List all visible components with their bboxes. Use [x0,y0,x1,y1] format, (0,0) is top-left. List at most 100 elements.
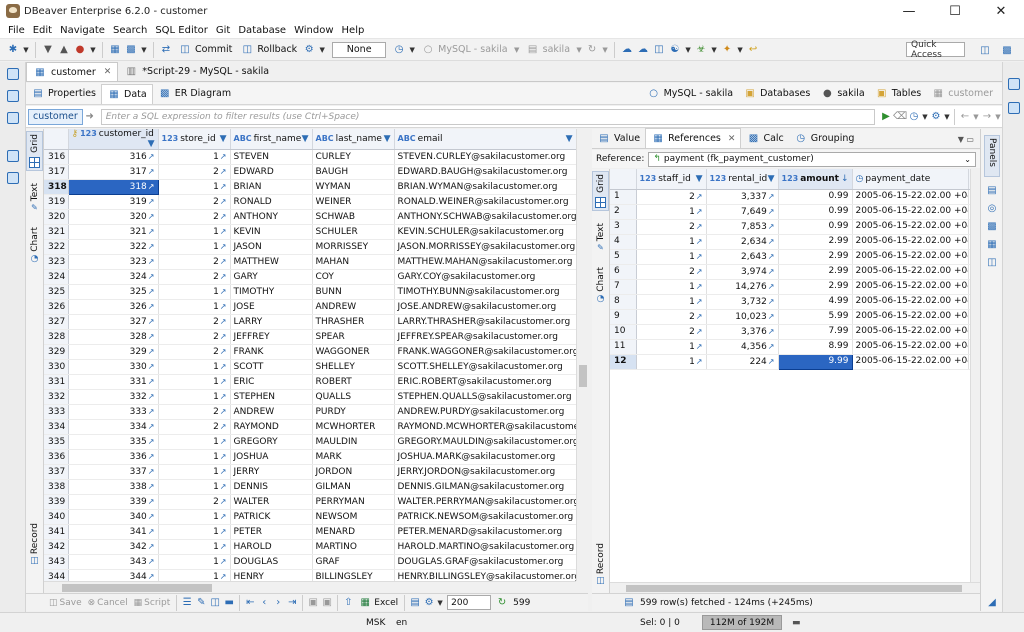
cell-last-name[interactable]: ANDREW [312,299,395,315]
reference-link-icon[interactable]: ↗ [148,332,155,341]
cell-customer-id[interactable]: 331↗ [68,374,159,390]
menu-database[interactable]: Database [234,25,290,36]
reference-link-icon[interactable]: ↗ [220,302,227,311]
breadcrumb-schema[interactable]: ● sakila [815,87,869,101]
cell-amount[interactable]: 0.99 [778,204,853,220]
menu-edit[interactable]: Edit [29,25,56,36]
reference-link-icon[interactable]: ↗ [696,342,703,351]
cell-email[interactable]: DENNIS.GILMAN@sakilacustomer.org [394,479,576,495]
cell-first-name[interactable]: SCOTT [230,359,313,375]
table-row[interactable]: 338 338↗ 1↗ DENNIS GILMAN DENNIS.GILMAN@sakil… [44,479,576,495]
disconnect-icon[interactable]: ▲ [57,43,71,57]
tab-data[interactable]: ▦ Data [101,83,153,104]
reference-link-icon[interactable]: ↗ [768,282,775,291]
reference-link-icon[interactable]: ↗ [148,392,155,401]
reference-link-icon[interactable]: ↗ [148,497,155,506]
table-row[interactable]: 324 324↗ 2↗ GARY COY GARY.COY@sakilacustomer.… [44,269,576,285]
value-panel-icon[interactable]: ▤ [985,183,999,197]
cell-payment-date[interactable]: 2005-06-15-22.02.00 +0400 [852,264,969,280]
reference-link-icon[interactable]: ↗ [148,242,155,251]
row-number[interactable]: 330 [44,359,69,375]
previous-page-icon[interactable]: ‹ [257,596,271,610]
compare-icon[interactable]: ◫ [652,43,666,57]
cell-payment-date[interactable]: 2005-06-15-22.02.00 +0400 [852,294,969,310]
cell-amount[interactable]: 5.99 [778,309,853,325]
chevron-down-icon[interactable]: ⌄ [964,155,975,164]
cell-store-id[interactable]: 2↗ [158,494,231,510]
column-filter-icon[interactable]: ▼ [220,134,227,144]
cell-email[interactable]: PETER.MENARD@sakilacustomer.org [394,524,576,540]
reference-link-icon[interactable]: ↗ [696,297,703,306]
breadcrumb-table[interactable]: ▦ customer [926,87,998,101]
cell-last-name[interactable]: COY [312,269,395,285]
cell-email[interactable]: JEFFREY.SPEAR@sakilacustomer.org [394,329,576,345]
reference-link-icon[interactable]: ↗ [220,257,227,266]
reference-link-icon[interactable]: ↗ [220,407,227,416]
cell-first-name[interactable]: BRIAN [230,179,313,195]
cell-email[interactable]: TIMOTHY.BUNN@sakilacustomer.org [394,284,576,300]
connect-icon[interactable]: ▼ [41,43,55,57]
cell-customer-id[interactable]: 324↗ [68,269,159,285]
reference-link-icon[interactable]: ↗ [696,282,703,291]
column-filter-icon[interactable]: ▼ [148,139,155,149]
cell-rental-id[interactable]: 3,974↗ [706,264,779,280]
dropdown-arrow-icon[interactable]: ▼ [921,110,929,124]
cell-last-name[interactable]: THRASHER [312,314,395,330]
reference-link-icon[interactable]: ↗ [220,182,227,191]
cell-customer-id[interactable]: 325↗ [68,284,159,300]
cell-payment-date[interactable]: 2005-06-15-22.02.00 +0400 [852,324,969,340]
fetch-size-input[interactable]: 200 [447,595,492,610]
cell-first-name[interactable]: JERRY [230,464,313,480]
reference-link-icon[interactable]: ↗ [220,437,227,446]
row-number[interactable]: 12 [610,354,637,370]
reference-link-icon[interactable]: ↗ [220,242,227,251]
cell-last-name[interactable]: GRAF [312,554,395,570]
cell-email[interactable]: FRANK.WAGGONER@sakilacustomer.org [394,344,576,360]
cloud-upload-icon[interactable]: ☁ [636,43,650,57]
reference-link-icon[interactable]: ↗ [148,377,155,386]
perspective-icon[interactable]: ◫ [978,43,992,57]
close-tab-icon[interactable]: ✕ [728,134,736,144]
reference-link-icon[interactable]: ↗ [220,212,227,221]
grouping-panel-icon[interactable]: ◫ [985,255,999,269]
cell-last-name[interactable]: SPEAR [312,329,395,345]
script-button[interactable]: ▦ Script [131,598,174,608]
cell-last-name[interactable]: MENARD [312,524,395,540]
project-view-icon[interactable] [6,90,19,102]
table-row[interactable]: 322 322↗ 1↗ JASON MORRISSEY JASON.MORRISSEY@s… [44,239,576,255]
cell-customer-id[interactable]: 328↗ [68,329,159,345]
cell-store-id[interactable]: 2↗ [158,194,231,210]
cell-first-name[interactable]: RONALD [230,194,313,210]
row-number[interactable]: 344 [44,569,69,581]
cell-customer-id[interactable]: 329↗ [68,344,159,360]
cell-store-id[interactable]: 1↗ [158,374,231,390]
reference-link-icon[interactable]: ↗ [696,207,703,216]
cell-email[interactable]: SCOTT.SHELLEY@sakilacustomer.org [394,359,576,375]
cell-amount[interactable]: 2.99 [778,264,853,280]
cell-email[interactable]: JOSHUA.MARK@sakilacustomer.org [394,449,576,465]
cell-store-id[interactable]: 2↗ [158,209,231,225]
reference-link-icon[interactable]: ↗ [148,227,155,236]
cell-first-name[interactable]: WALTER [230,494,313,510]
reference-link-icon[interactable]: ↗ [148,527,155,536]
cell-customer-id[interactable]: 327↗ [68,314,159,330]
reference-link-icon[interactable]: ↗ [768,222,775,231]
cell-last-name[interactable]: BAUGH [312,164,395,180]
database-tasks-icon[interactable]: ☯ [668,43,682,57]
cell-customer-id[interactable]: 339↗ [68,494,159,510]
cell-store-id[interactable]: 1↗ [158,299,231,315]
reference-link-icon[interactable]: ↗ [768,192,775,201]
close-tab-icon[interactable]: ✕ [104,67,112,77]
cell-last-name[interactable]: QUALLS [312,389,395,405]
row-number[interactable]: 340 [44,509,69,525]
cell-store-id[interactable]: 2↗ [158,164,231,180]
cell-first-name[interactable]: ANDREW [230,404,313,420]
cell-first-name[interactable]: EDWARD [230,164,313,180]
cell-first-name[interactable]: FRANK [230,344,313,360]
reference-link-icon[interactable]: ↗ [148,407,155,416]
cell-customer-id[interactable]: 332↗ [68,389,159,405]
reference-link-icon[interactable]: ↗ [220,482,227,491]
cell-amount[interactable]: 7.99 [778,324,853,340]
cell-payment-date[interactable]: 2005-06-15-22.02.00 +0400 [852,309,969,325]
cell-customer-id[interactable]: 341↗ [68,524,159,540]
